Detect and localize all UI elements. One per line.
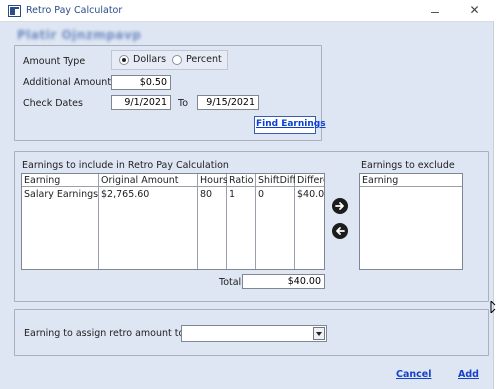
close-button[interactable]: ✕	[468, 3, 481, 17]
date-from-input[interactable]: 9/1/2021	[111, 95, 171, 110]
dollars-radio[interactable]	[119, 55, 129, 65]
grid-header-original-amount[interactable]: Original Amount	[99, 174, 198, 187]
arrow-left-circle-icon	[336, 227, 345, 235]
find-earnings-button[interactable]: Find Earnings	[254, 116, 326, 134]
assign-label: Earning to assign retro amount to	[24, 328, 185, 339]
additional-amount-label: Additional Amount	[23, 77, 112, 88]
window-title: Retro Pay Calculator	[26, 5, 123, 16]
grid-header-hours[interactable]: Hours	[198, 174, 227, 187]
grid-header-ratio[interactable]: Ratio	[227, 174, 256, 187]
to-label: To	[178, 98, 189, 109]
minimize-button[interactable]	[429, 3, 442, 17]
cell-hours: 80	[200, 189, 213, 200]
assign-earning-select[interactable]	[181, 325, 327, 342]
cell-original-amount: $2,765.60	[101, 189, 150, 200]
check-dates-label: Check Dates	[23, 98, 83, 109]
grid-header-earning[interactable]: Earning	[22, 174, 99, 187]
additional-amount-input[interactable]: $0.50	[111, 75, 171, 90]
app-icon	[8, 5, 21, 17]
cell-difference: $40.00	[297, 189, 324, 200]
date-to-input[interactable]: 9/15/2021	[197, 95, 259, 110]
title-bar: Retro Pay Calculator ✕	[0, 0, 494, 22]
move-right-button[interactable]	[332, 198, 348, 214]
mouse-cursor-icon	[490, 301, 496, 313]
cancel-button[interactable]: Cancel	[396, 369, 431, 380]
exclude-section-title: Earnings to exclude	[361, 160, 455, 171]
chevron-down-icon[interactable]	[313, 327, 325, 340]
include-section-title: Earnings to include in Retro Pay Calcula…	[22, 160, 229, 171]
total-value: $40.00	[242, 274, 325, 289]
percent-radio[interactable]	[172, 55, 182, 65]
include-earnings-grid[interactable]: Earning Original Amount Hours Ratio Shif…	[21, 173, 325, 270]
grid-header-shiftdiff[interactable]: ShiftDiff	[256, 174, 295, 187]
cell-earning: Salary Earnings	[24, 189, 99, 200]
cell-shiftdiff: 0	[258, 189, 265, 200]
grid-header-difference[interactable]: Differernce	[295, 174, 324, 187]
add-button[interactable]: Add	[458, 369, 479, 380]
dollars-label[interactable]: Dollars	[133, 54, 166, 65]
total-label: Total	[219, 277, 242, 288]
exclude-header-earning[interactable]: Earning	[360, 174, 462, 187]
percent-label[interactable]: Percent	[186, 54, 222, 65]
move-left-button[interactable]	[332, 223, 348, 239]
amount-type-label: Amount Type	[23, 56, 86, 67]
exclude-earnings-list[interactable]: Earning	[359, 173, 463, 270]
retro-pay-window: Retro Pay Calculator ✕ Platir Ojnzmpavp …	[0, 0, 494, 389]
cell-ratio: 1	[229, 189, 236, 200]
employee-name: Platir Ojnzmpavp	[17, 28, 142, 42]
arrow-right-circle-icon	[335, 202, 344, 210]
find-earnings-label: Find Earnings	[256, 119, 326, 129]
